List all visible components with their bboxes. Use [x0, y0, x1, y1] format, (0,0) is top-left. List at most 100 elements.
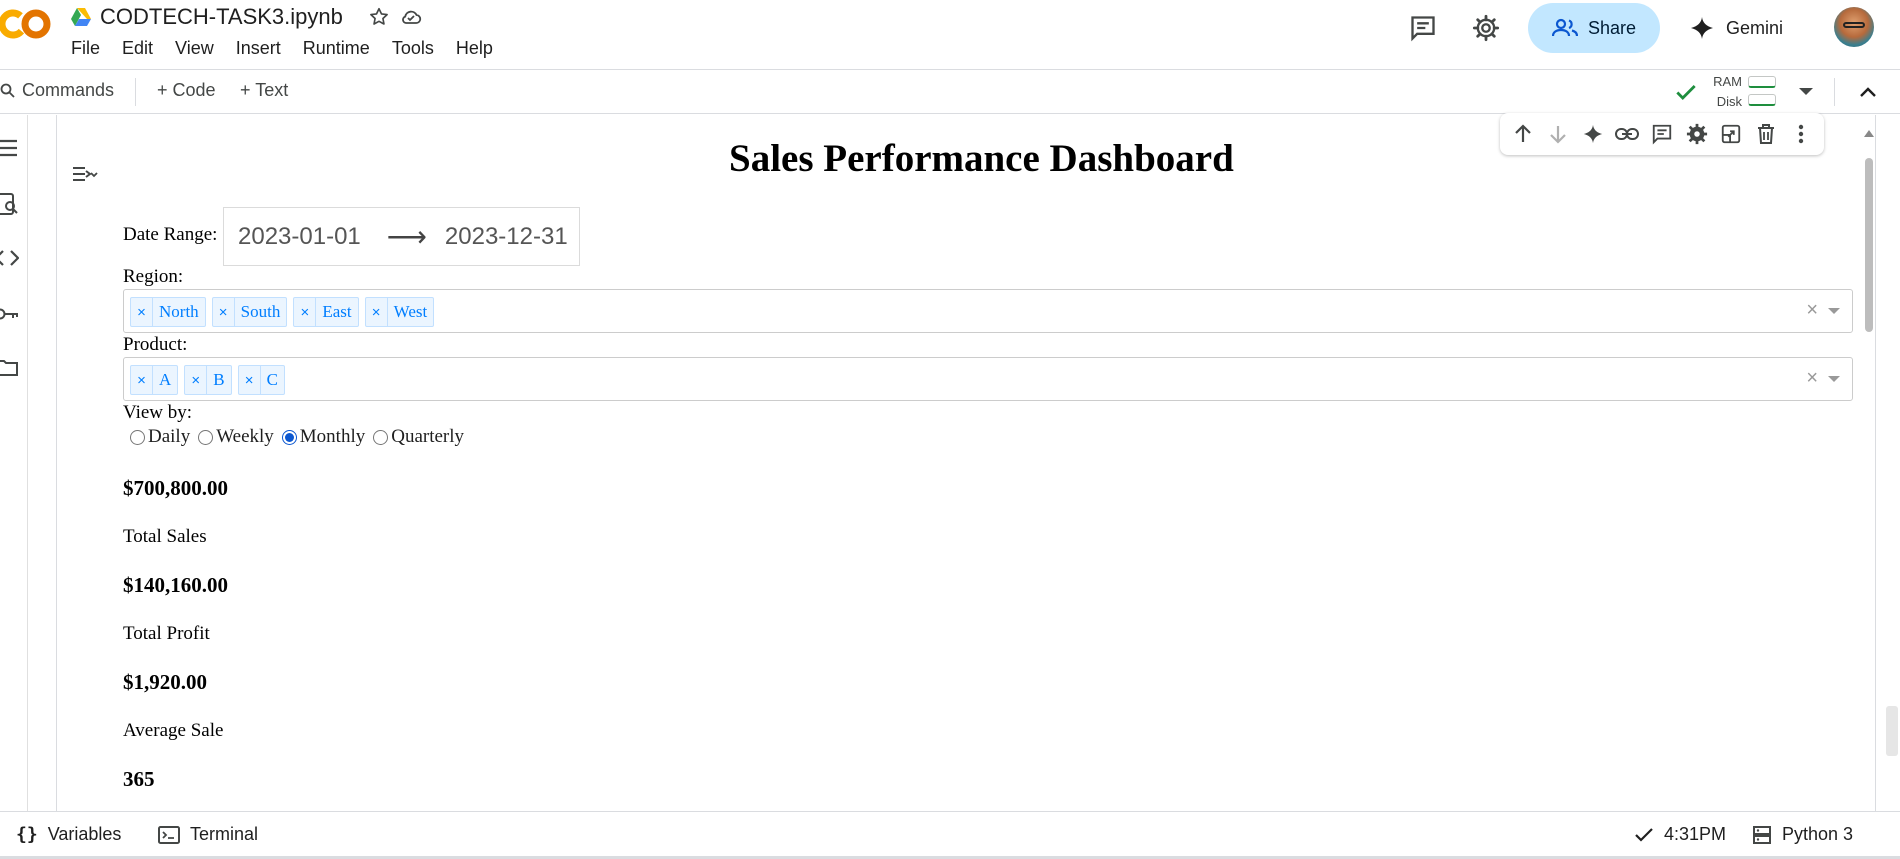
radio-weekly-input[interactable]	[198, 429, 214, 445]
connected-check-icon[interactable]	[1670, 76, 1702, 108]
files-folder-icon[interactable]	[0, 355, 20, 381]
resource-labels[interactable]: RAM Disk	[1712, 72, 1742, 112]
date-range-picker[interactable]: 2023-01-01 ⟶ 2023-12-31	[223, 207, 580, 266]
radio-quarterly-input[interactable]	[373, 429, 389, 445]
kpi-average-sale-value: $1,920.00	[123, 670, 207, 694]
user-avatar[interactable]	[1834, 7, 1874, 47]
share-label: Share	[1587, 17, 1637, 38]
settings-gear-icon[interactable]	[1470, 12, 1502, 44]
move-cell-down-icon[interactable]	[1543, 119, 1573, 149]
page-scrollbar-thumb[interactable]	[1886, 706, 1898, 756]
notebook-title[interactable]: CODTECH-TASK3.ipynb	[100, 4, 343, 30]
radio-daily-input[interactable]	[130, 429, 145, 445]
region-multiselect[interactable]: × North × South × East × West ×	[123, 289, 1853, 333]
clear-all-icon[interactable]: ×	[1806, 367, 1818, 390]
terminal-label: Terminal	[190, 824, 259, 844]
gemini-button[interactable]: Gemini	[1690, 10, 1783, 46]
chip-remove-icon[interactable]: ×	[131, 366, 153, 394]
runtime-dropdown-icon[interactable]	[1790, 76, 1822, 108]
link-icon[interactable]	[1612, 119, 1642, 149]
comment-icon[interactable]	[1647, 119, 1677, 149]
delete-cell-icon[interactable]	[1751, 119, 1781, 149]
variables-button[interactable]: {} Variables	[16, 824, 121, 845]
server-icon	[1753, 825, 1771, 844]
chip-remove-icon[interactable]: ×	[294, 298, 317, 326]
product-multiselect[interactable]: × A × B × C ×	[123, 357, 1853, 401]
output-scrollbar[interactable]	[1862, 130, 1876, 820]
people-icon	[1551, 18, 1578, 37]
chip-label: South	[240, 302, 281, 321]
menu-file[interactable]: File	[71, 38, 100, 59]
code-snippets-icon[interactable]	[0, 245, 20, 271]
cell-toolbar	[1500, 113, 1824, 155]
left-sidebar	[0, 115, 28, 811]
start-date-input[interactable]: 2023-01-01	[238, 223, 361, 251]
collapse-header-icon[interactable]	[1852, 76, 1884, 108]
product-chip-a: × A	[130, 365, 179, 395]
colab-logo-icon[interactable]	[0, 6, 54, 42]
add-text-button[interactable]: + Text	[240, 80, 288, 101]
add-code-label: + Code	[157, 80, 216, 100]
gemini-cell-icon[interactable]	[1578, 119, 1608, 149]
menu-insert[interactable]: Insert	[236, 38, 281, 59]
dropdown-caret-icon[interactable]	[1828, 308, 1840, 314]
toolbar-divider	[135, 78, 136, 106]
menu-runtime[interactable]: Runtime	[303, 38, 370, 59]
radio-quarterly[interactable]: Quarterly	[371, 426, 464, 448]
radio-weekly[interactable]: Weekly	[196, 426, 274, 448]
chip-remove-icon[interactable]: ×	[185, 366, 208, 394]
runtime-info[interactable]: Python 3	[1752, 824, 1853, 845]
kpi-total-sales-value: $700,800.00	[123, 476, 228, 500]
terminal-icon	[158, 825, 180, 844]
clear-all-icon[interactable]: ×	[1806, 299, 1818, 322]
radio-monthly[interactable]: Monthly	[280, 426, 365, 448]
region-chip-south: × South	[211, 297, 288, 327]
radio-monthly-input[interactable]	[281, 429, 297, 445]
radio-monthly-label: Monthly	[299, 426, 366, 447]
chip-label: East	[322, 302, 352, 321]
product-label: Product:	[123, 334, 188, 355]
chip-label: B	[213, 370, 225, 389]
menu-view[interactable]: View	[175, 38, 214, 59]
menu-tools[interactable]: Tools	[392, 38, 434, 59]
chip-remove-icon[interactable]: ×	[131, 298, 153, 326]
end-date-input[interactable]: 2023-12-31	[445, 223, 568, 251]
region-chip-north: × North	[130, 297, 206, 327]
execution-status[interactable]: 4:31PM	[1634, 824, 1726, 845]
header-bar: CODTECH-TASK3.ipynb File Edit View Inser…	[0, 0, 1900, 70]
menu-help[interactable]: Help	[456, 38, 493, 59]
commands-button[interactable]: Commands	[0, 80, 114, 101]
kpi-total-profit-label: Total Profit	[123, 623, 210, 644]
add-text-label: + Text	[240, 80, 289, 100]
menu-edit[interactable]: Edit	[122, 38, 153, 59]
terminal-button[interactable]: Terminal	[158, 824, 258, 845]
move-cell-up-icon[interactable]	[1508, 119, 1538, 149]
cloud-saved-icon[interactable]	[399, 5, 423, 29]
radio-weekly-label: Weekly	[216, 426, 274, 447]
comments-icon[interactable]	[1407, 12, 1439, 44]
menu-bar: File Edit View Insert Runtime Tools Help	[71, 38, 493, 59]
find-replace-icon[interactable]	[0, 191, 20, 217]
more-options-icon[interactable]	[1786, 119, 1816, 149]
chip-remove-icon[interactable]: ×	[239, 366, 261, 394]
chip-remove-icon[interactable]: ×	[366, 298, 388, 326]
secrets-key-icon[interactable]	[0, 301, 20, 327]
mirror-cell-icon[interactable]	[1716, 119, 1746, 149]
share-button[interactable]: Share	[1528, 3, 1660, 53]
scroll-up-arrow-icon[interactable]	[1864, 130, 1874, 137]
table-of-contents-icon[interactable]	[0, 135, 20, 161]
radio-daily[interactable]: Daily	[128, 426, 190, 448]
output-collapse-icon[interactable]	[70, 160, 98, 188]
add-code-button[interactable]: + Code	[157, 80, 216, 101]
resource-meters[interactable]	[1748, 76, 1776, 112]
chip-label: West	[393, 302, 428, 321]
radio-daily-label: Daily	[148, 426, 191, 447]
chip-remove-icon[interactable]: ×	[213, 298, 235, 326]
dropdown-caret-icon[interactable]	[1828, 376, 1840, 382]
scrollbar-thumb[interactable]	[1865, 158, 1873, 332]
cell-settings-icon[interactable]	[1682, 119, 1712, 149]
runtime-label: Python 3	[1782, 824, 1854, 844]
title-row: CODTECH-TASK3.ipynb	[70, 2, 423, 32]
star-icon[interactable]	[367, 5, 391, 29]
kpi-total-profit-value: $140,160.00	[123, 573, 228, 597]
